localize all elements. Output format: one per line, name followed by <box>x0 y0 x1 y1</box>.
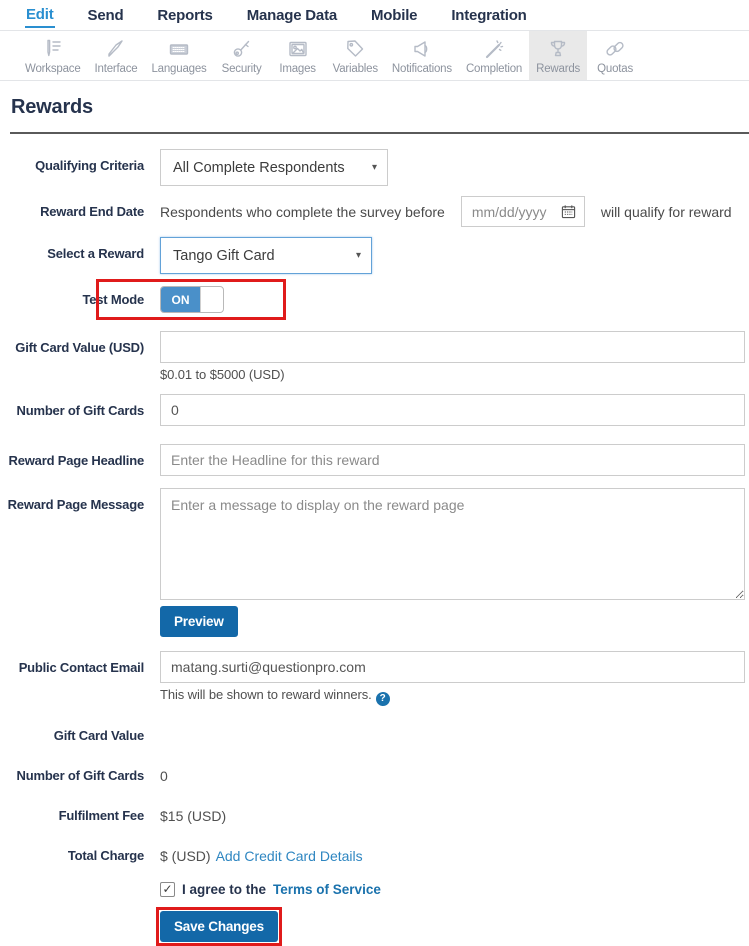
page-title: Rewards <box>0 81 749 132</box>
public-contact-email-hint: This will be shown to reward winners. <box>160 687 372 702</box>
settings-toolbar: Workspace Interface Languages Security I… <box>0 31 749 81</box>
toolbar-item-images[interactable]: Images <box>270 31 326 80</box>
fulfilment-fee-label: Fulfilment Fee <box>0 806 160 826</box>
agree-text: I agree to the <box>182 882 266 897</box>
chevron-down-icon: ▾ <box>356 250 361 261</box>
rewards-icon <box>545 36 571 61</box>
summary-number-of-gift-cards: 0 <box>160 766 168 786</box>
agree-checkbox[interactable]: ✓ <box>160 882 175 897</box>
fulfilment-fee-value: $15 (USD) <box>160 806 226 826</box>
toolbar-item-rewards[interactable]: Rewards <box>529 31 587 80</box>
nav-item-integration[interactable]: Integration <box>450 3 527 27</box>
total-charge-label: Total Charge <box>0 846 160 866</box>
toolbar-item-completion[interactable]: Completion <box>459 31 529 80</box>
gift-card-value-hint: $0.01 to $5000 (USD) <box>160 367 745 382</box>
reward-page-message-textarea[interactable] <box>160 488 745 600</box>
chevron-down-icon: ▾ <box>372 162 377 173</box>
top-navigation: Edit Send Reports Manage Data Mobile Int… <box>0 0 749 31</box>
toolbar-item-label: Security <box>222 63 262 75</box>
toggle-knob <box>200 287 223 312</box>
toolbar-item-label: Quotas <box>597 63 633 75</box>
toolbar-item-label: Images <box>279 63 316 75</box>
variables-icon <box>342 36 368 61</box>
toolbar-item-languages[interactable]: Languages <box>144 31 213 80</box>
toolbar-item-workspace[interactable]: Workspace <box>18 31 88 80</box>
notifications-icon <box>409 36 435 61</box>
summary-gift-card-value-label: Gift Card Value <box>0 726 160 746</box>
languages-icon <box>166 36 192 61</box>
reward-end-date-input[interactable]: mm/dd/yyyy <box>461 196 585 227</box>
summary-number-of-gift-cards-label: Number of Gift Cards <box>0 766 160 786</box>
reward-end-date-suffix: will qualify for reward <box>601 204 732 220</box>
toolbar-item-variables[interactable]: Variables <box>326 31 385 80</box>
number-of-gift-cards-label: Number of Gift Cards <box>0 394 160 428</box>
nav-item-mobile[interactable]: Mobile <box>370 3 418 27</box>
reward-page-headline-label: Reward Page Headline <box>0 444 160 478</box>
workspace-icon <box>40 36 66 61</box>
interface-icon <box>103 36 129 61</box>
qualifying-criteria-value: All Complete Respondents <box>173 160 345 176</box>
toolbar-item-quotas[interactable]: Quotas <box>587 31 643 80</box>
nav-item-reports[interactable]: Reports <box>156 3 213 27</box>
rewards-form: Qualifying Criteria All Complete Respond… <box>0 134 749 942</box>
date-placeholder: mm/dd/yyyy <box>472 204 547 220</box>
reward-page-message-label: Reward Page Message <box>0 488 160 522</box>
reward-page-headline-input[interactable] <box>160 444 745 476</box>
images-icon <box>285 36 311 61</box>
reward-end-date-label: Reward End Date <box>0 202 160 222</box>
test-mode-toggle[interactable]: ON <box>160 286 224 313</box>
calendar-icon[interactable] <box>561 204 576 219</box>
completion-icon <box>481 36 507 61</box>
preview-button[interactable]: Preview <box>160 606 238 637</box>
test-mode-label: Test Mode <box>0 290 160 310</box>
toolbar-item-label: Workspace <box>25 63 81 75</box>
total-charge-value: $ (USD) <box>160 846 211 866</box>
toolbar-item-label: Notifications <box>392 63 452 75</box>
gift-card-value-input[interactable] <box>160 331 745 363</box>
qualifying-criteria-label: Qualifying Criteria <box>0 149 160 183</box>
qualifying-criteria-select[interactable]: All Complete Respondents ▾ <box>160 149 388 186</box>
nav-item-send[interactable]: Send <box>87 3 125 27</box>
public-contact-email-input[interactable] <box>160 651 745 683</box>
toolbar-item-security[interactable]: Security <box>214 31 270 80</box>
toolbar-item-notifications[interactable]: Notifications <box>385 31 459 80</box>
add-credit-card-details-link[interactable]: Add Credit Card Details <box>216 848 363 864</box>
toolbar-item-label: Rewards <box>536 63 580 75</box>
help-icon[interactable]: ? <box>376 692 390 706</box>
security-icon <box>229 36 255 61</box>
reward-end-date-prefix: Respondents who complete the survey befo… <box>160 204 445 220</box>
save-changes-button[interactable]: Save Changes <box>160 911 278 942</box>
toolbar-item-label: Completion <box>466 63 522 75</box>
select-reward-label: Select a Reward <box>0 237 160 271</box>
nav-item-manage-data[interactable]: Manage Data <box>246 3 338 27</box>
number-of-gift-cards-input[interactable] <box>160 394 745 426</box>
quotas-icon <box>602 36 628 61</box>
gift-card-value-label: Gift Card Value (USD) <box>0 331 160 365</box>
nav-item-edit[interactable]: Edit <box>25 2 55 28</box>
toolbar-item-interface[interactable]: Interface <box>88 31 145 80</box>
toolbar-item-label: Variables <box>333 63 378 75</box>
select-reward-value: Tango Gift Card <box>173 248 275 264</box>
toolbar-item-label: Interface <box>95 63 138 75</box>
public-contact-email-label: Public Contact Email <box>0 651 160 685</box>
toolbar-item-label: Languages <box>151 63 206 75</box>
toggle-on-label: ON <box>161 287 200 312</box>
select-reward-select[interactable]: Tango Gift Card ▾ <box>160 237 372 274</box>
terms-of-service-link[interactable]: Terms of Service <box>273 882 381 897</box>
